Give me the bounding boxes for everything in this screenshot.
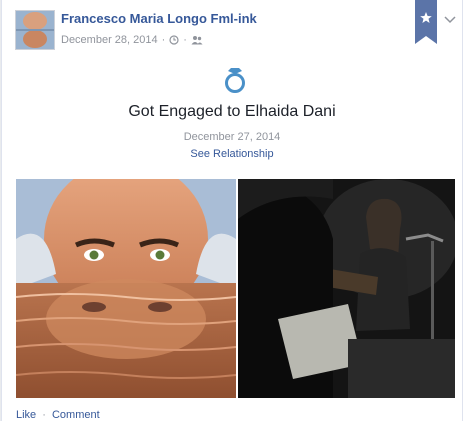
like-link[interactable]: Like — [16, 409, 36, 421]
author-name[interactable]: Francesco Maria Longo Fml-ink — [61, 11, 257, 26]
meta-separator: · — [183, 34, 187, 46]
ring-icon — [223, 67, 247, 93]
comment-link[interactable]: Comment — [52, 409, 100, 421]
meta-separator: · — [161, 34, 166, 46]
see-relationship-link-row: See Relationship — [2, 148, 462, 160]
post-card: Francesco Maria Longo Fml-ink December 2… — [1, 0, 463, 421]
life-event-title: Got Engaged to Elhaida Dani — [128, 103, 336, 120]
post-meta: December 28, 2014 · · — [61, 34, 203, 46]
friends-icon[interactable] — [191, 35, 203, 45]
post-date[interactable]: December 28, 2014 — [61, 34, 158, 46]
photo-singer-on-stage[interactable] — [238, 179, 455, 398]
post-actions: Like · Comment — [16, 409, 100, 421]
action-separator: · — [42, 409, 46, 421]
chevron-down-icon[interactable] — [444, 12, 456, 24]
author-avatar[interactable] — [15, 10, 55, 50]
life-event-date: December 27, 2014 — [183, 131, 281, 143]
star-ribbon-icon[interactable] — [415, 0, 437, 44]
see-relationship-link[interactable]: See Relationship — [190, 148, 273, 160]
photo-bald-man-reflection[interactable] — [16, 179, 236, 398]
clock-icon — [169, 35, 179, 45]
